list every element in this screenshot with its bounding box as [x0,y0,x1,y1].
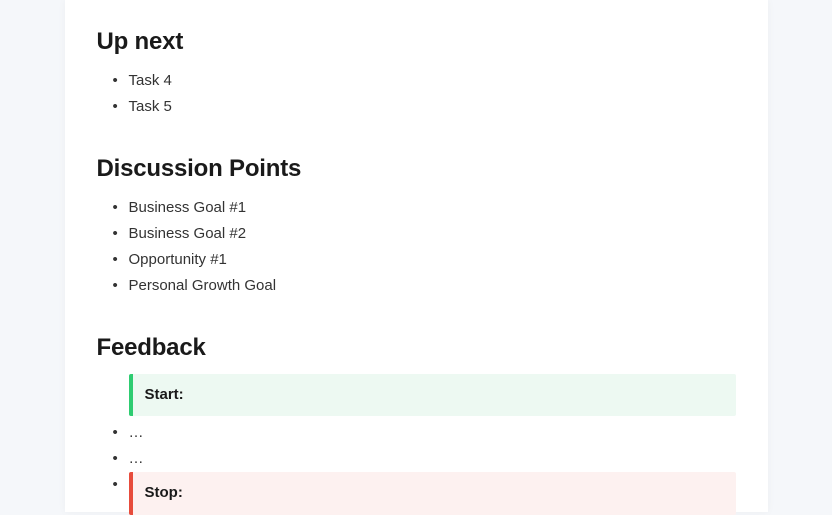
discussion-points-heading: Discussion Points [97,155,736,183]
list-item: Task 4 [113,68,736,94]
discussion-points-section: Discussion Points Business Goal #1 Busin… [97,155,736,300]
stop-callout: Stop: [129,472,736,514]
list-item: … [113,446,736,472]
up-next-heading: Up next [97,28,736,56]
feedback-heading: Feedback [97,334,736,362]
up-next-list: Task 4 Task 5 [97,68,736,121]
list-item: Opportunity #1 [113,247,736,273]
feedback-section: Feedback Start: … … Stop: [97,334,736,515]
list-item: Personal Growth Goal [113,273,736,299]
list-item: Business Goal #2 [113,221,736,247]
discussion-points-list: Business Goal #1 Business Goal #2 Opport… [97,195,736,300]
list-item: Business Goal #1 [113,195,736,221]
list-item: … [113,420,736,446]
start-callout: Start: [129,374,736,416]
feedback-start-row: Start: [113,374,736,416]
list-item: Task 5 [113,94,736,120]
up-next-section: Up next Task 4 Task 5 [97,28,736,121]
document-page: Up next Task 4 Task 5 Discussion Points … [65,0,768,512]
feedback-stop-row: Stop: [113,472,736,514]
feedback-list: Start: … … Stop: [97,374,736,515]
